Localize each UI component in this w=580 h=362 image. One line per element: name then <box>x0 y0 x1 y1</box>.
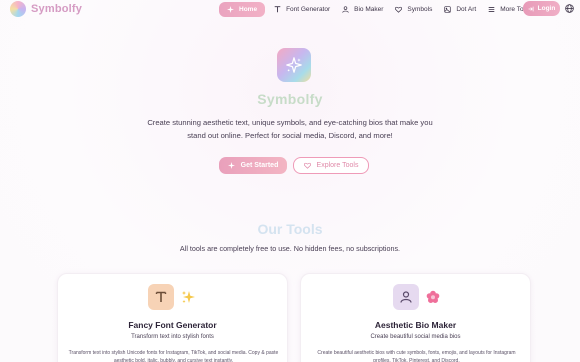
tool-card-bio-maker[interactable]: Aesthetic Bio Maker Create beautiful soc… <box>300 273 531 362</box>
card-title: Fancy Font Generator <box>128 320 217 330</box>
nav-dot-art-label: Dot Art <box>456 5 477 13</box>
nav-home-label: Home <box>239 5 258 13</box>
tools-section-subtitle: All tools are completely free to use. No… <box>179 244 401 253</box>
nav-dot-art[interactable]: Dot Art <box>438 2 482 17</box>
card-subtitle: Transform text into stylish fonts <box>131 334 214 340</box>
card-icon-box <box>393 284 419 310</box>
brand-name: Symbolfy <box>31 3 83 15</box>
sparkle-icon <box>227 5 234 13</box>
get-started-label: Get Started <box>240 162 279 169</box>
nav-bio-maker[interactable]: Bio Maker <box>336 2 389 17</box>
explore-tools-button[interactable]: Explore Tools <box>293 157 369 174</box>
sparkle-icon <box>227 162 235 169</box>
login-icon <box>528 6 534 11</box>
nav-items: Home Font Generator Bio Maker Symbols Do… <box>219 1 553 17</box>
nav-font-generator[interactable]: Font Generator <box>268 2 336 17</box>
brand-logo-icon <box>10 1 26 17</box>
page: Symbolfy Home Font Generator Bio Maker S… <box>0 0 580 362</box>
nav-font-generator-label: Font Generator <box>286 5 331 13</box>
top-nav: Symbolfy Home Font Generator Bio Maker S… <box>0 0 580 18</box>
nav-home[interactable]: Home <box>219 1 266 17</box>
card-icon-box <box>148 284 174 310</box>
type-icon <box>155 291 167 302</box>
hero-logo-icon <box>277 48 311 82</box>
sparkles-emoji-icon <box>182 291 195 303</box>
nav-bio-maker-label: Bio Maker <box>354 5 384 13</box>
card-subtitle: Create beautiful social media bios <box>370 334 461 340</box>
hero-subtitle: Create stunning aesthetic text, unique s… <box>147 118 433 140</box>
login-button[interactable]: Login <box>523 1 560 16</box>
heart-icon <box>395 6 403 13</box>
heart-icon <box>303 162 311 169</box>
get-started-button[interactable]: Get Started <box>219 157 287 174</box>
tool-card-font-generator[interactable]: Fancy Font Generator Transform text into… <box>57 273 288 362</box>
flower-emoji-icon <box>426 290 440 303</box>
explore-tools-label: Explore Tools <box>316 162 359 169</box>
globe-icon[interactable] <box>565 4 574 13</box>
user-icon <box>342 5 349 13</box>
image-icon <box>444 5 451 13</box>
card-description: Create beautiful aesthetic bios with cut… <box>317 350 516 362</box>
sparkle-icon <box>286 57 302 73</box>
login-label: Login <box>537 5 556 12</box>
nav-symbols-label: Symbols <box>407 5 433 13</box>
card-description: Transform text into stylish Unicode font… <box>68 350 279 362</box>
brand[interactable]: Symbolfy <box>10 1 82 17</box>
card-title: Aesthetic Bio Maker <box>374 320 457 330</box>
menu-icon <box>488 6 495 12</box>
hero-title: Symbolfy <box>257 91 323 107</box>
user-icon <box>400 291 412 303</box>
type-icon <box>274 5 281 12</box>
nav-symbols[interactable]: Symbols <box>389 2 438 17</box>
tools-section-title: Our Tools <box>257 221 323 237</box>
